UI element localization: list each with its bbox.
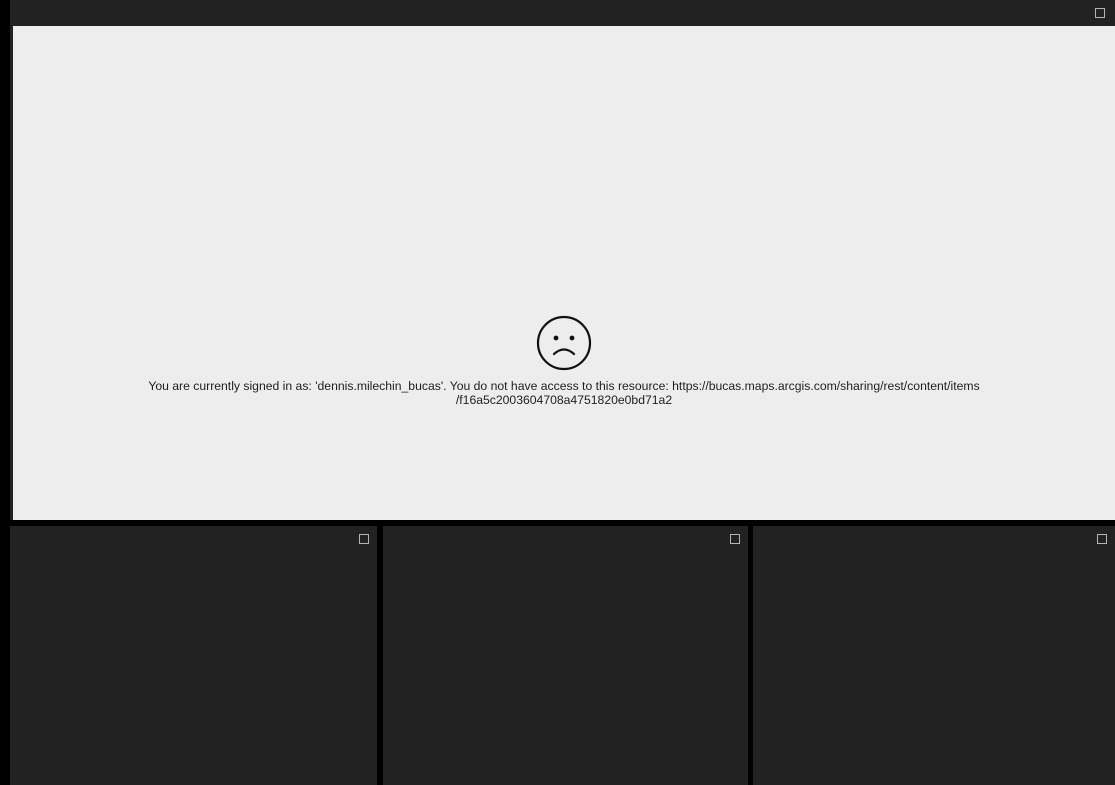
maximize-icon[interactable] <box>730 534 740 544</box>
sad-face-icon <box>536 315 592 371</box>
bottom-panel-middle <box>383 526 748 785</box>
maximize-icon[interactable] <box>1097 534 1107 544</box>
top-panel-content: You are currently signed in as: 'dennis.… <box>13 26 1115 520</box>
dashboard: You are currently signed in as: 'dennis.… <box>0 0 1115 785</box>
bottom-panel-right <box>753 526 1115 785</box>
maximize-icon[interactable] <box>359 534 369 544</box>
error-message-line: You are currently signed in as: 'dennis.… <box>148 379 980 393</box>
top-panel: You are currently signed in as: 'dennis.… <box>10 0 1115 520</box>
error-message-area: You are currently signed in as: 'dennis.… <box>13 314 1115 407</box>
error-message-line: /f16a5c2003604708a4751820e0bd71a2 <box>455 393 673 407</box>
maximize-icon[interactable] <box>1095 8 1105 18</box>
error-message: You are currently signed in as: 'dennis.… <box>69 379 1059 407</box>
bottom-panel-left <box>10 526 377 785</box>
top-panel-header <box>10 0 1115 26</box>
